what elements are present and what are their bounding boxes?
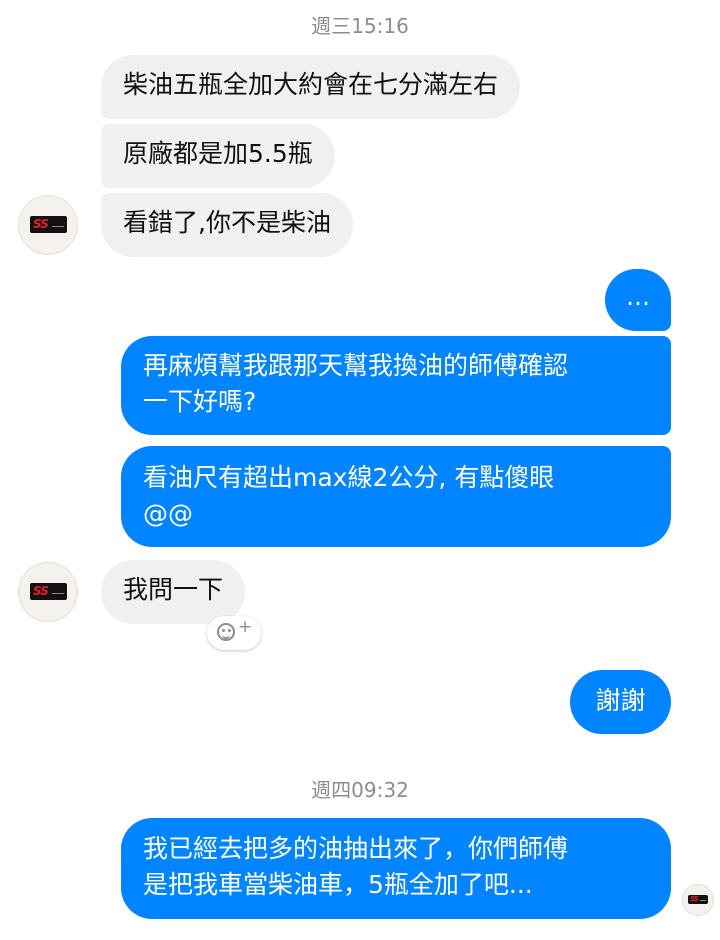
outgoing-message-bubble[interactable]: 再麻煩幫我跟那天幫我換油的師傅確認 一下好嗎? (121, 336, 671, 435)
outgoing-message-bubble[interactable]: ... (605, 269, 671, 331)
avatar-logo: SS (688, 895, 708, 904)
read-receipt-avatar: SS (682, 884, 714, 916)
incoming-message-bubble[interactable]: 看錯了,你不是柴油 (101, 193, 353, 257)
contact-avatar[interactable]: SS (18, 562, 78, 622)
contact-avatar[interactable]: SS (18, 195, 78, 255)
add-reaction-button[interactable]: + (207, 616, 261, 650)
timestamp-divider: 週三15:16 (311, 14, 409, 38)
incoming-message-bubble[interactable]: 我問一下 (101, 560, 246, 624)
outgoing-message-bubble[interactable]: 看油尺有超出max線2公分, 有點傻眼 @@ (121, 446, 671, 547)
outgoing-message-bubble[interactable]: 我已經去把多的油抽出來了，你們師傅 是把我車當柴油車，5瓶全加了吧... (121, 818, 671, 919)
incoming-message-bubble[interactable]: 原廠都是加5.5瓶 (101, 124, 335, 188)
avatar-logo: SS (30, 216, 67, 233)
avatar-logo: SS (30, 583, 67, 600)
timestamp-divider: 週四09:32 (311, 778, 409, 802)
incoming-message-bubble[interactable]: 柴油五瓶全加大約會在七分滿左右 (101, 55, 521, 119)
outgoing-message-bubble[interactable]: 謝謝 (570, 670, 671, 734)
plus-icon: + (238, 617, 253, 637)
